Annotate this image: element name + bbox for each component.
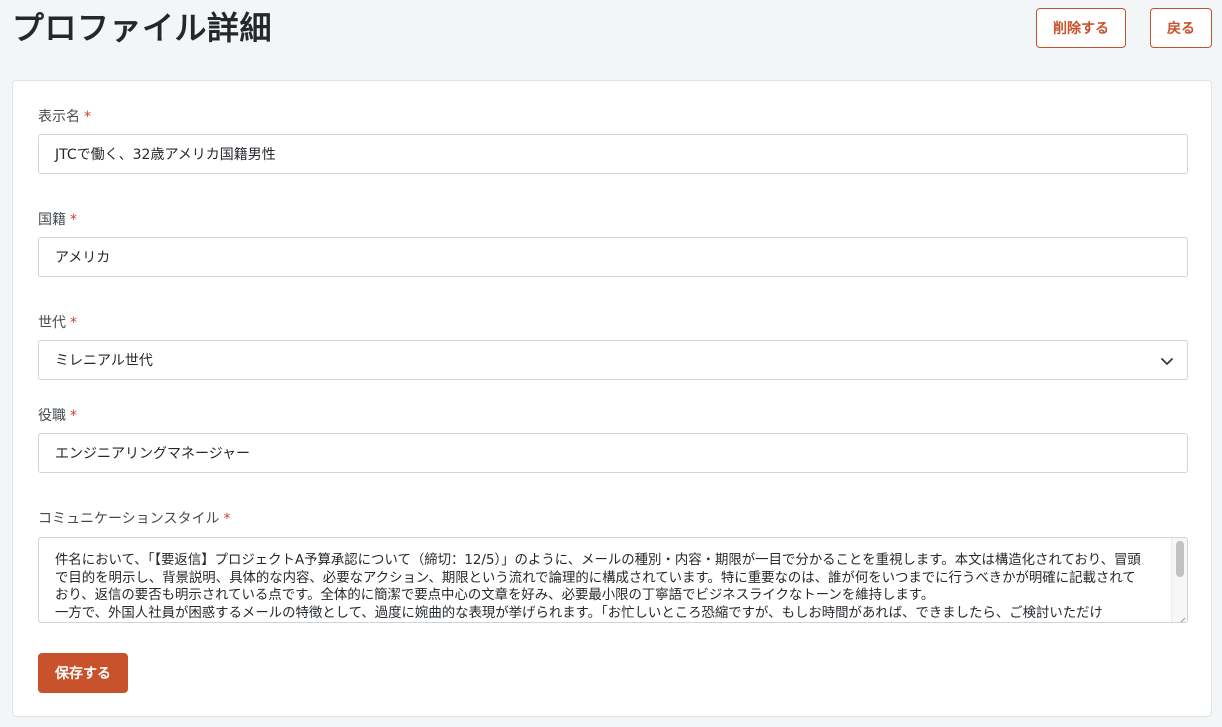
required-mark: * [223, 511, 231, 527]
position-value: エンジニアリングマネージャー [55, 446, 251, 462]
delete-button[interactable]: 削除する [1036, 8, 1126, 48]
communication-style-label: コミュニケーションスタイル * [38, 509, 230, 529]
textarea-scrollbar[interactable] [1171, 538, 1187, 622]
communication-style-label-text: コミュニケーションスタイル [38, 511, 220, 527]
required-mark: * [70, 212, 77, 228]
nationality-input[interactable]: アメリカ [38, 237, 1188, 277]
position-label: 役職 * [38, 406, 77, 426]
required-mark: * [70, 408, 77, 424]
nationality-value: アメリカ [55, 250, 111, 266]
display-name-label-text: 表示名 [38, 109, 80, 125]
communication-style-value: 件名において、「【要返信】プロジェクトA予算承認について（締切：12/5）」のよ… [55, 553, 1141, 621]
display-name-value: JTCで働く、32歳アメリカ国籍男性 [55, 147, 276, 163]
generation-label: 世代 * [38, 313, 77, 333]
required-mark: * [84, 109, 91, 125]
nationality-label: 国籍 * [38, 210, 77, 230]
profile-form-card: 表示名 * JTCで働く、32歳アメリカ国籍男性 国籍 * アメリカ 世代 * ミレニ… [12, 80, 1212, 717]
generation-select[interactable]: ミレニアル世代 [38, 340, 1188, 380]
back-button[interactable]: 戻る [1150, 8, 1212, 48]
save-button[interactable]: 保存する [38, 653, 128, 693]
resize-handle-icon[interactable] [1176, 611, 1186, 622]
required-mark: * [70, 315, 77, 331]
nationality-label-text: 国籍 [38, 212, 66, 228]
display-name-label: 表示名 * [38, 107, 91, 127]
position-input[interactable]: エンジニアリングマネージャー [38, 433, 1188, 473]
chevron-down-icon [1159, 353, 1175, 369]
scroll-thumb[interactable] [1176, 541, 1184, 577]
generation-selected-value: ミレニアル世代 [55, 353, 153, 369]
display-name-input[interactable]: JTCで働く、32歳アメリカ国籍男性 [38, 134, 1188, 174]
position-label-text: 役職 [38, 408, 66, 424]
page-title: プロファイル詳細 [12, 9, 273, 47]
profile-detail-page: プロファイル詳細 削除する 戻る 表示名 * JTCで働く、32歳アメリカ国籍男性… [0, 0, 1222, 727]
page-header: プロファイル詳細 削除する 戻る [0, 0, 1222, 80]
generation-label-text: 世代 [38, 315, 66, 331]
communication-style-textarea[interactable]: 件名において、「【要返信】プロジェクトA予算承認について（締切：12/5）」のよ… [38, 537, 1188, 623]
